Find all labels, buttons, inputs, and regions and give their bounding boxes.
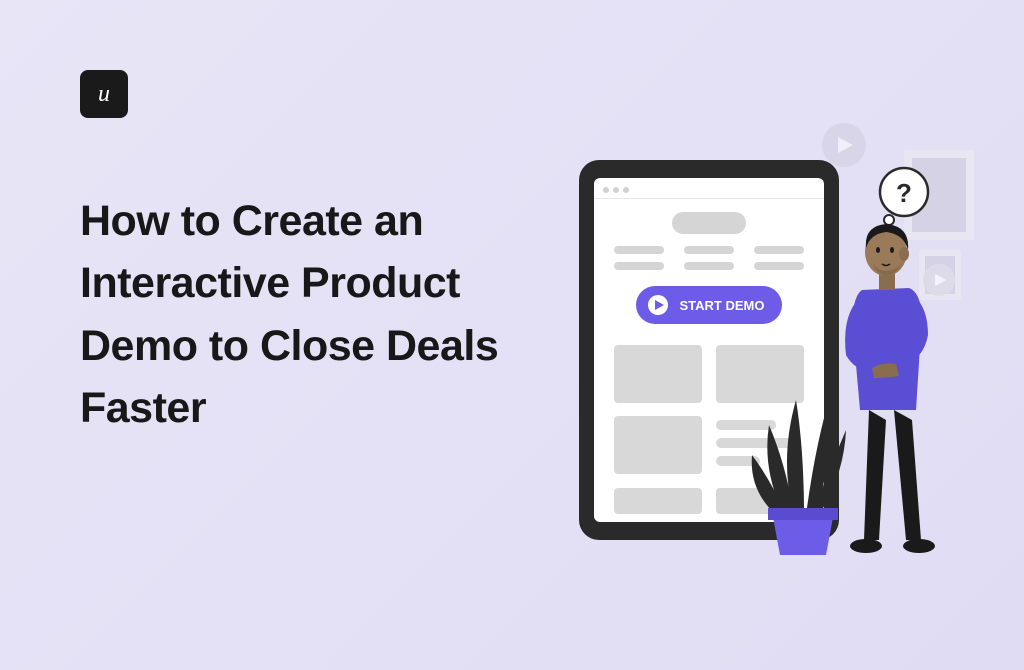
start-demo-label: START DEMO: [680, 298, 765, 313]
logo-letter: u: [98, 81, 110, 108]
question-mark: ?: [896, 178, 912, 208]
logo: u: [80, 70, 128, 118]
hero-illustration: START DEMO ?: [524, 120, 984, 580]
page-title: How to Create an Interactive Product Dem…: [80, 190, 520, 439]
